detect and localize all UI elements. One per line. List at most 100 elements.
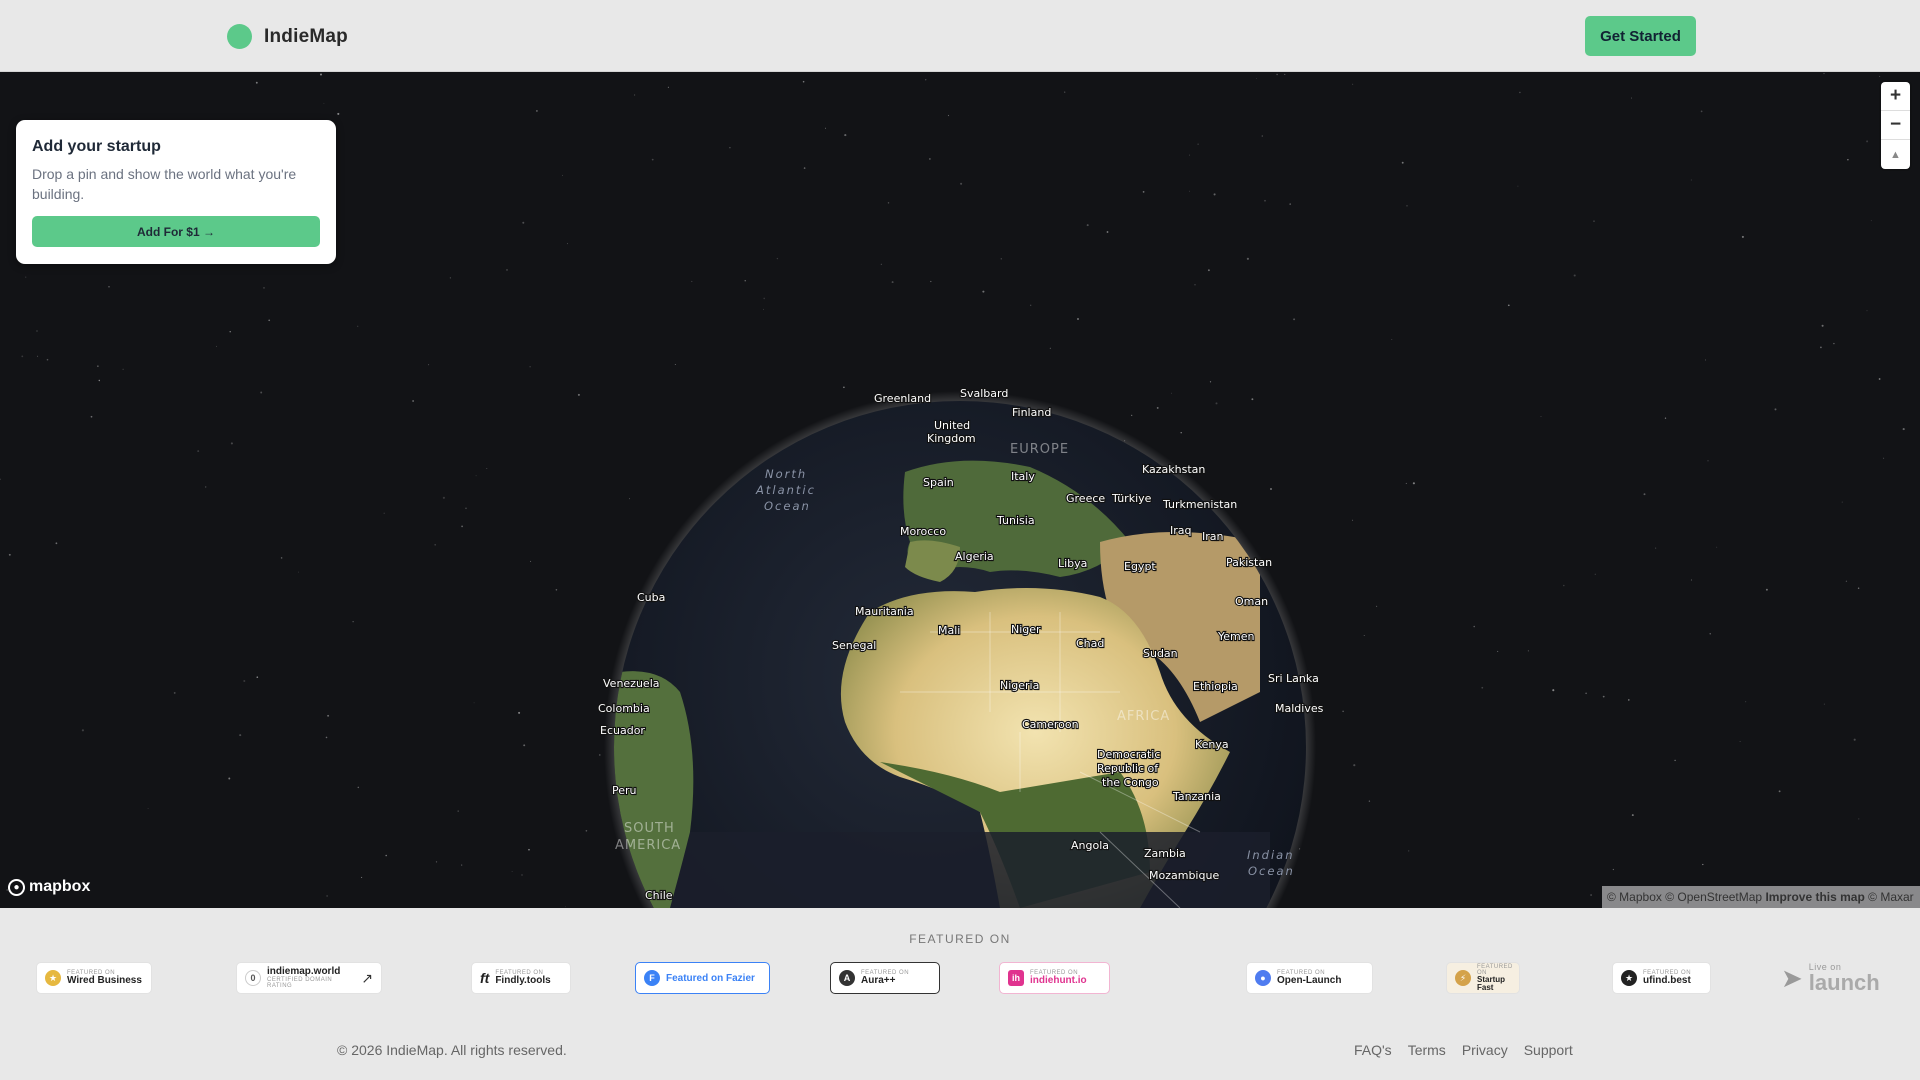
badge-open-launch[interactable]: ● FEATURED ON Open-Launch: [1246, 962, 1373, 994]
mapbox-logo-text: mapbox: [29, 878, 91, 895]
badge-fazier[interactable]: F Featured on Fazier: [635, 962, 770, 994]
svg-text:Venezuela: Venezuela: [603, 677, 660, 690]
svg-text:EUROPE: EUROPE: [1010, 442, 1069, 457]
svg-text:Mozambique: Mozambique: [1149, 869, 1219, 882]
map-canvas[interactable]: Greenland Svalbard Finland United Kingdo…: [0, 72, 1920, 908]
svg-text:Atlantic: Atlantic: [755, 483, 816, 497]
footer-link-support[interactable]: Support: [1524, 1042, 1573, 1058]
svg-text:Zambia: Zambia: [1144, 847, 1186, 860]
badge-startup-fast[interactable]: ⚡ FEATURED ON Startup Fast: [1446, 962, 1520, 994]
svg-text:Senegal: Senegal: [832, 639, 876, 652]
svg-text:Sri Lanka: Sri Lanka: [1268, 672, 1319, 685]
svg-text:Angola: Angola: [1071, 839, 1109, 852]
svg-text:Kenya: Kenya: [1195, 738, 1229, 751]
svg-text:Peru: Peru: [612, 784, 637, 797]
compass-reset-button[interactable]: ▲: [1881, 140, 1910, 169]
svg-text:Democratic: Democratic: [1097, 748, 1160, 761]
card-title: Add your startup: [32, 138, 161, 155]
svg-text:Nigeria: Nigeria: [1000, 679, 1039, 692]
badge-live-on-launch[interactable]: ➤ Live on launch: [1773, 962, 1895, 994]
svg-text:Pakistan: Pakistan: [1226, 556, 1272, 569]
badge-ufind-best[interactable]: ★ FEATURED ON ufind.best: [1612, 962, 1711, 994]
featured-heading: FEATURED ON: [909, 932, 1011, 946]
badge-findly-tools[interactable]: ft FEATURED ON Findly.tools: [471, 962, 571, 994]
badge-name: Aura++: [861, 975, 896, 986]
startup-fast-icon: ⚡: [1455, 970, 1471, 986]
svg-text:Ocean: Ocean: [1248, 864, 1295, 878]
svg-text:Mauritania: Mauritania: [855, 605, 914, 618]
svg-text:Greenland: Greenland: [874, 392, 931, 405]
ih-icon: ih: [1008, 970, 1024, 986]
map-zoom-controls: + − ▲: [1881, 82, 1910, 169]
badge-name: Open-Launch: [1277, 975, 1342, 986]
badge-wired-business[interactable]: ★ FEATURED ON Wired Business: [36, 962, 152, 994]
badge-name: indiehunt.io: [1030, 975, 1087, 986]
improve-map-link[interactable]: Improve this map: [1765, 890, 1864, 904]
star-icon: ★: [1621, 970, 1637, 986]
svg-text:Chile: Chile: [645, 889, 673, 902]
logo-dot-icon: [227, 24, 252, 49]
site-header: IndieMap Get Started: [0, 0, 1920, 72]
svg-text:Spain: Spain: [923, 476, 954, 489]
svg-text:Italy: Italy: [1011, 470, 1035, 483]
ft-icon: ft: [480, 970, 490, 986]
attrib-mapbox[interactable]: © Mapbox: [1607, 890, 1662, 904]
badge-indiemap-world[interactable]: 0 indiemap.world CERTIFIED DOMAIN RATING …: [236, 962, 382, 994]
mapbox-logo[interactable]: ● mapbox: [8, 878, 90, 896]
svg-text:Cameroon: Cameroon: [1022, 718, 1079, 731]
svg-text:Ecuador: Ecuador: [600, 724, 645, 737]
badge-aura[interactable]: A FEATURED ON Aura++: [830, 962, 940, 994]
footer-link-terms[interactable]: Terms: [1408, 1042, 1446, 1058]
svg-text:Tanzania: Tanzania: [1172, 790, 1221, 803]
attrib-osm[interactable]: © OpenStreetMap: [1665, 890, 1762, 904]
svg-text:Turkmenistan: Turkmenistan: [1162, 498, 1237, 511]
svg-text:Greece: Greece: [1066, 492, 1105, 505]
paper-plane-icon: ➤: [1781, 962, 1803, 993]
svg-text:United: United: [934, 419, 970, 432]
badge-name: ufind.best: [1643, 975, 1691, 986]
svg-text:Kingdom: Kingdom: [927, 432, 976, 445]
badge-name: indiemap.world: [267, 966, 341, 977]
svg-text:Maldives: Maldives: [1275, 702, 1324, 715]
footer-links: FAQ's Terms Privacy Support: [1354, 1042, 1573, 1058]
svg-text:Svalbard: Svalbard: [960, 387, 1008, 400]
badge-name: Startup Fast: [1477, 975, 1505, 992]
fazier-icon: F: [644, 970, 660, 986]
svg-text:Indian: Indian: [1247, 848, 1295, 862]
brand-logo[interactable]: IndieMap: [227, 24, 348, 49]
svg-text:Chad: Chad: [1076, 637, 1104, 650]
trend-icon: ↗: [361, 969, 373, 986]
svg-text:Iran: Iran: [1202, 530, 1224, 543]
map-attribution: © Mapbox © OpenStreetMap Improve this ma…: [1602, 886, 1920, 908]
footer-link-privacy[interactable]: Privacy: [1462, 1042, 1508, 1058]
svg-text:Algeria: Algeria: [955, 550, 994, 563]
svg-text:Egypt: Egypt: [1124, 560, 1156, 573]
badge-name: Featured on Fazier: [666, 972, 755, 984]
svg-text:Türkiye: Türkiye: [1111, 492, 1152, 505]
mapbox-logo-icon: ●: [8, 878, 25, 896]
svg-text:Morocco: Morocco: [900, 525, 946, 538]
svg-text:Kazakhstan: Kazakhstan: [1142, 463, 1205, 476]
svg-text:Iraq: Iraq: [1170, 524, 1192, 537]
copyright: © 2026 IndieMap. All rights reserved.: [337, 1042, 567, 1058]
svg-text:AFRICA: AFRICA: [1117, 709, 1170, 724]
svg-text:Ocean: Ocean: [764, 499, 811, 513]
svg-text:Cuba: Cuba: [637, 591, 665, 604]
badge-name: Wired Business: [67, 975, 142, 986]
zoom-in-button[interactable]: +: [1881, 82, 1910, 111]
ribbon-icon: ★: [45, 970, 61, 986]
svg-text:Ethiopia: Ethiopia: [1193, 680, 1238, 693]
add-startup-button[interactable]: Add For $1 →: [32, 216, 320, 247]
svg-text:Finland: Finland: [1012, 406, 1051, 419]
badge-name: launch: [1808, 969, 1880, 995]
svg-text:Niger: Niger: [1011, 623, 1041, 636]
get-started-button[interactable]: Get Started: [1585, 16, 1696, 56]
badge-indiehunt[interactable]: ih FEATURED ON indiehunt.io: [999, 962, 1110, 994]
footer-link-faq[interactable]: FAQ's: [1354, 1042, 1392, 1058]
svg-text:SOUTH: SOUTH: [624, 821, 675, 836]
open-launch-icon: ●: [1255, 970, 1271, 986]
card-description: Drop a pin and show the world what you'r…: [32, 166, 297, 202]
zoom-out-button[interactable]: −: [1881, 111, 1910, 140]
svg-text:Republic of: Republic of: [1097, 762, 1159, 775]
attrib-maxar[interactable]: © Maxar: [1868, 890, 1914, 904]
